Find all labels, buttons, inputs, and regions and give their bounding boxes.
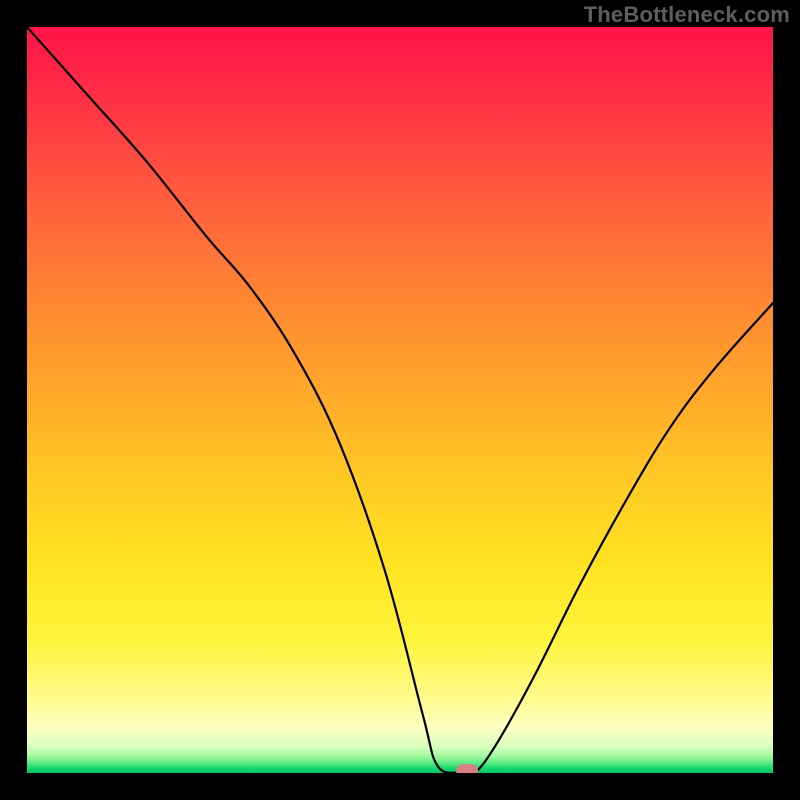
chart-frame: TheBottleneck.com xyxy=(0,0,800,800)
plot-area xyxy=(27,27,773,773)
marker-selected-point xyxy=(456,764,478,773)
watermark-text: TheBottleneck.com xyxy=(584,2,790,28)
marker-layer xyxy=(27,27,773,773)
